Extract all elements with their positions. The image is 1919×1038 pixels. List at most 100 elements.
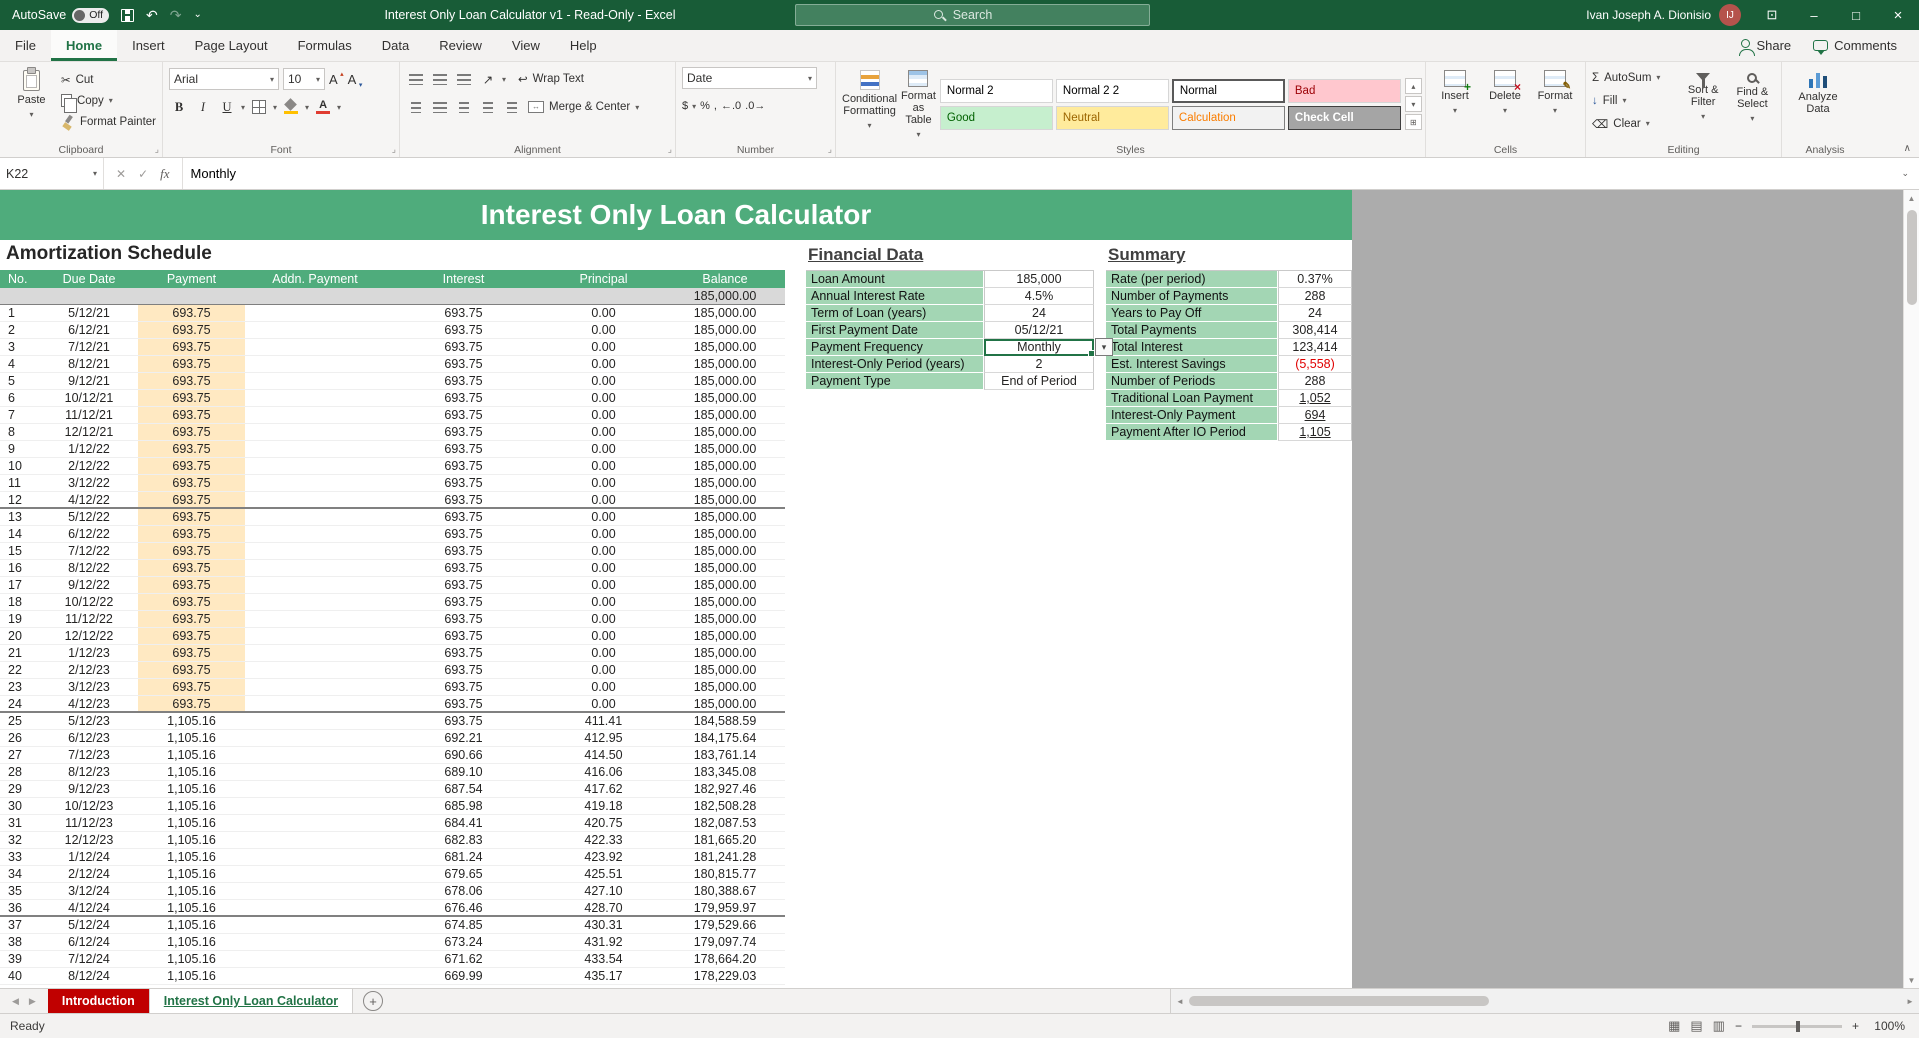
amort-principal[interactable]: 0.00 <box>542 458 665 474</box>
amort-addn-payment[interactable] <box>245 832 385 848</box>
align-bottom-icon[interactable] <box>454 69 474 89</box>
format-cells-button[interactable]: Format ▾ <box>1532 67 1578 141</box>
increase-decimal-icon[interactable]: ←.0 <box>721 100 741 112</box>
amort-principal[interactable]: 427.10 <box>542 883 665 899</box>
name-box-dropdown-icon[interactable]: ▾ <box>93 169 97 178</box>
amort-balance[interactable]: 185,000.00 <box>665 560 785 576</box>
style-chip-bad[interactable]: Bad <box>1288 79 1401 103</box>
amort-interest[interactable]: 693.75 <box>385 577 542 593</box>
style-chip-neutral[interactable]: Neutral <box>1056 106 1169 130</box>
amort-addn-payment[interactable] <box>245 781 385 797</box>
style-chip-normal-2-2[interactable]: Normal 2 2 <box>1056 79 1169 103</box>
amort-due-date[interactable]: 8/12/21 <box>40 356 138 372</box>
font-color-button[interactable]: A <box>313 97 333 117</box>
borders-button[interactable] <box>249 97 269 117</box>
amort-no[interactable]: 10 <box>0 458 40 474</box>
amort-no[interactable]: 11 <box>0 475 40 491</box>
fill-button[interactable]: ↓Fill▾ <box>1592 90 1677 111</box>
amort-no[interactable]: 5 <box>0 373 40 389</box>
amort-due-date[interactable]: 2/12/24 <box>40 866 138 882</box>
summary-value-total-payments[interactable]: 308,414 <box>1278 322 1352 339</box>
amort-principal[interactable]: 422.33 <box>542 832 665 848</box>
analyze-data-button[interactable]: Analyze Data <box>1788 67 1848 141</box>
amort-addn-payment[interactable] <box>245 373 385 389</box>
summary-label-years-to-pay-off[interactable]: Years to Pay Off <box>1106 305 1278 322</box>
amort-balance[interactable]: 185,000.00 <box>665 305 785 321</box>
amort-principal[interactable]: 0.00 <box>542 611 665 627</box>
amort-payment[interactable]: 693.75 <box>138 339 245 355</box>
summary-value-years-to-pay-off[interactable]: 24 <box>1278 305 1352 322</box>
amort-interest[interactable]: 676.46 <box>385 900 542 915</box>
amort-no[interactable]: 23 <box>0 679 40 695</box>
comments-button[interactable]: Comments <box>1813 38 1897 53</box>
summary-label-total-interest[interactable]: Total Interest <box>1106 339 1278 356</box>
amort-due-date[interactable]: 7/12/21 <box>40 339 138 355</box>
amort-interest[interactable]: 682.83 <box>385 832 542 848</box>
amort-no[interactable]: 16 <box>0 560 40 576</box>
amort-addn-payment[interactable] <box>245 339 385 355</box>
amort-interest[interactable]: 693.75 <box>385 339 542 355</box>
amort-interest[interactable]: 693.75 <box>385 356 542 372</box>
format-as-table-button[interactable]: Format as Table ▾ <box>901 67 936 141</box>
amort-principal[interactable]: 428.70 <box>542 900 665 915</box>
menu-tab-help[interactable]: Help <box>555 30 612 61</box>
amort-addn-payment[interactable] <box>245 577 385 593</box>
amort-no[interactable]: 20 <box>0 628 40 644</box>
amort-due-date[interactable]: 1/12/23 <box>40 645 138 661</box>
amort-due-date[interactable]: 9/12/21 <box>40 373 138 389</box>
vertical-scrollbar[interactable]: ▲ ▼ <box>1903 190 1919 988</box>
collapse-ribbon-icon[interactable]: ∧ <box>1904 143 1911 154</box>
amort-principal[interactable]: 0.00 <box>542 475 665 491</box>
amort-addn-payment[interactable] <box>245 526 385 542</box>
amort-principal[interactable]: 0.00 <box>542 356 665 372</box>
style-chip-check-cell[interactable]: Check Cell <box>1288 106 1401 130</box>
amort-balance[interactable]: 185,000.00 <box>665 543 785 559</box>
autosave-toggle[interactable]: AutoSave Off <box>12 8 109 23</box>
gallery-more-icon[interactable]: ⊞ <box>1405 114 1422 130</box>
fin-value-first-payment-date[interactable]: 05/12/21 <box>984 322 1094 339</box>
amort-principal[interactable]: 0.00 <box>542 373 665 389</box>
amort-addn-payment[interactable] <box>245 492 385 507</box>
amort-due-date[interactable]: 12/12/21 <box>40 424 138 440</box>
amort-payment[interactable]: 1,105.16 <box>138 747 245 763</box>
page-break-view-icon[interactable]: ▥ <box>1713 1018 1725 1034</box>
delete-cells-button[interactable]: Delete ▾ <box>1482 67 1528 141</box>
amort-payment[interactable]: 693.75 <box>138 407 245 423</box>
amort-no[interactable]: 7 <box>0 407 40 423</box>
gallery-up-icon[interactable]: ▴ <box>1405 78 1422 94</box>
amort-addn-payment[interactable] <box>245 679 385 695</box>
amort-due-date[interactable]: 8/12/22 <box>40 560 138 576</box>
amort-addn-payment[interactable] <box>245 458 385 474</box>
amort-interest[interactable]: 674.85 <box>385 917 542 933</box>
amort-balance[interactable]: 185,000.00 <box>665 662 785 678</box>
amort-no[interactable]: 28 <box>0 764 40 780</box>
style-chip-good[interactable]: Good <box>940 106 1053 130</box>
amort-addn-payment[interactable] <box>245 645 385 661</box>
amort-balance[interactable]: 180,815.77 <box>665 866 785 882</box>
amort-payment[interactable]: 1,105.16 <box>138 730 245 746</box>
name-box[interactable]: K22 ▾ <box>0 158 104 189</box>
cancel-icon[interactable]: ✕ <box>116 167 126 181</box>
number-format-select[interactable]: Date▾ <box>682 67 817 89</box>
orientation-icon[interactable]: ↗ <box>478 69 498 89</box>
amort-payment[interactable]: 1,105.16 <box>138 849 245 865</box>
amort-principal[interactable]: 0.00 <box>542 339 665 355</box>
amort-no[interactable]: 40 <box>0 968 40 984</box>
amort-payment[interactable]: 1,105.16 <box>138 866 245 882</box>
amort-addn-payment[interactable] <box>245 611 385 627</box>
amort-addn-payment[interactable] <box>245 713 385 729</box>
amort-due-date[interactable]: 5/12/24 <box>40 917 138 933</box>
amort-no[interactable]: 36 <box>0 900 40 915</box>
amort-balance[interactable]: 179,097.74 <box>665 934 785 950</box>
amort-addn-payment[interactable] <box>245 730 385 746</box>
amort-no[interactable]: 39 <box>0 951 40 967</box>
amort-payment[interactable]: 1,105.16 <box>138 900 245 915</box>
amort-due-date[interactable]: 8/12/23 <box>40 764 138 780</box>
align-center-icon[interactable] <box>430 97 450 117</box>
amort-payment[interactable]: 693.75 <box>138 645 245 661</box>
amort-no[interactable]: 25 <box>0 713 40 729</box>
gallery-down-icon[interactable]: ▾ <box>1405 96 1422 112</box>
close-icon[interactable]: × <box>1877 0 1919 30</box>
wrap-text-button[interactable]: ↩Wrap Text <box>518 69 584 90</box>
amort-payment[interactable]: 693.75 <box>138 662 245 678</box>
